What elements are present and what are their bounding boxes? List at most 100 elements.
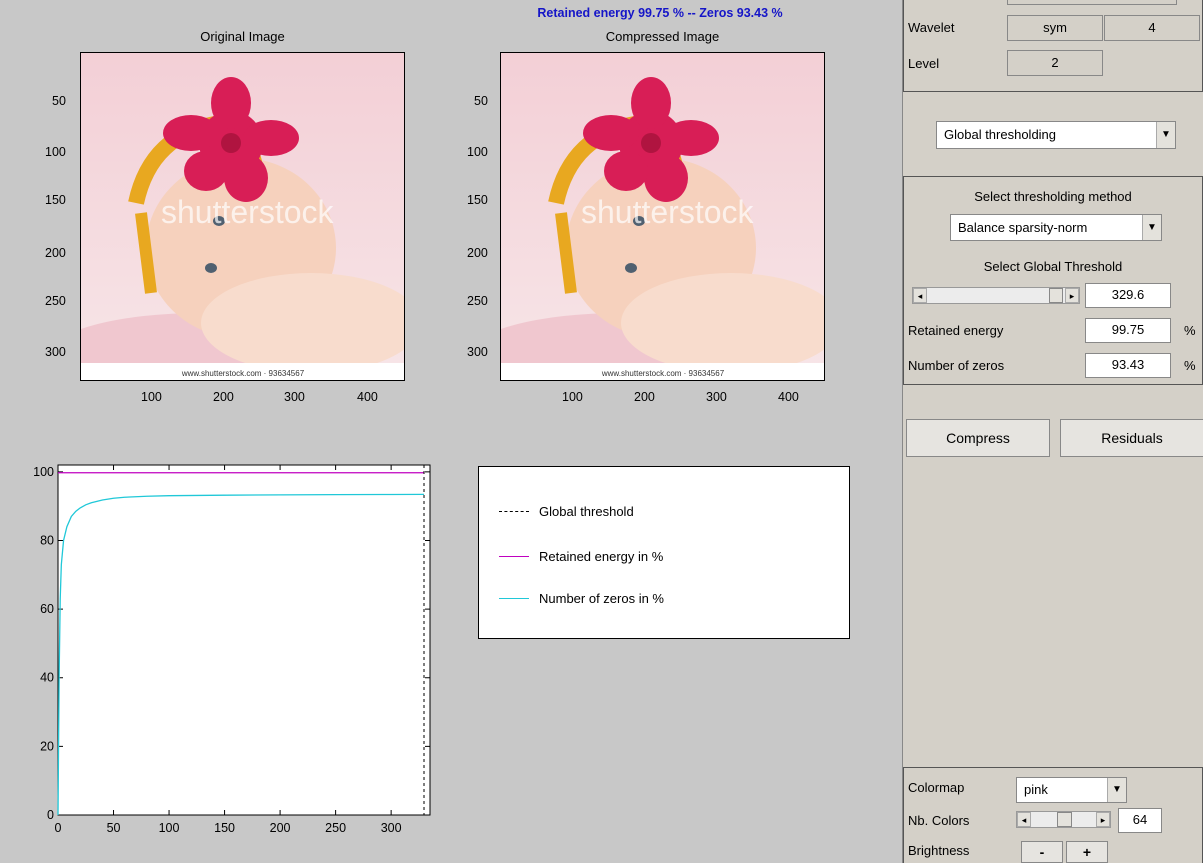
ytick: 200 bbox=[45, 246, 66, 260]
slider-left-arrow-icon[interactable]: ◂ bbox=[913, 288, 927, 303]
threshold-value-input[interactable]: 329.6 bbox=[1085, 283, 1171, 308]
legend-label: Number of zeros in % bbox=[539, 590, 664, 606]
retained-energy-value: 99.75 bbox=[1085, 318, 1171, 343]
legend-global-threshold: Global threshold bbox=[499, 501, 634, 521]
ytick: 150 bbox=[467, 193, 488, 207]
legend-cyan-line bbox=[499, 597, 529, 599]
original-image-axes: shutterstock www.shutterstock.com · 9363… bbox=[80, 52, 405, 381]
top-cut-field bbox=[1007, 0, 1177, 5]
brightness-label: Brightness bbox=[908, 843, 970, 858]
colormap-value: pink bbox=[1024, 782, 1048, 797]
control-panel: Wavelet sym 4 Level 2 Global thresholdin… bbox=[902, 0, 1203, 863]
y-tick-label: 20 bbox=[40, 739, 54, 753]
compressed-watermark: shutterstock bbox=[581, 194, 755, 230]
compressed-image-axes: shutterstock www.shutterstock.com · 9363… bbox=[500, 52, 825, 381]
ytick: 100 bbox=[45, 145, 66, 159]
threshold-plot: 0 50 100 150 200 250 300 0 20 40 60 80 100 bbox=[33, 464, 431, 835]
slider-right-arrow-icon[interactable]: ▸ bbox=[1065, 288, 1079, 303]
threshold-frame: Select thresholding method Balance spars… bbox=[903, 176, 1203, 385]
slider-right-arrow-icon[interactable]: ▸ bbox=[1096, 812, 1110, 827]
original-image-title: Original Image bbox=[200, 29, 285, 44]
threshold-slider[interactable]: ◂ ▸ bbox=[912, 287, 1080, 304]
compressed-image-title: Compressed Image bbox=[605, 29, 720, 44]
chevron-down-icon: ▼ bbox=[1107, 778, 1126, 802]
nb-colors-label: Nb. Colors bbox=[908, 813, 970, 828]
y-tick-label: 60 bbox=[40, 602, 54, 616]
ytick: 50 bbox=[474, 94, 488, 108]
wavelet-order-field[interactable]: 4 bbox=[1104, 15, 1200, 41]
xtick: 100 bbox=[141, 390, 162, 404]
ytick: 250 bbox=[45, 294, 66, 308]
zeros-percent: % bbox=[1184, 358, 1196, 373]
nb-colors-slider[interactable]: ◂ ▸ bbox=[1016, 811, 1111, 828]
y-tick-label: 0 bbox=[47, 808, 54, 822]
ytick: 200 bbox=[467, 246, 488, 260]
thresholding-mode-dropdown[interactable]: Global thresholding ▼ bbox=[936, 121, 1176, 149]
zeros-value: 93.43 bbox=[1085, 353, 1171, 378]
y-tick-label: 40 bbox=[40, 671, 54, 685]
xtick: 200 bbox=[634, 390, 655, 404]
nb-colors-input[interactable]: 64 bbox=[1118, 808, 1162, 833]
y-tick-label: 100 bbox=[33, 465, 54, 479]
method-dropdown[interactable]: Balance sparsity-norm ▼ bbox=[950, 214, 1162, 241]
plot-area bbox=[57, 464, 431, 816]
xtick: 400 bbox=[778, 390, 799, 404]
residuals-button[interactable]: Residuals bbox=[1060, 419, 1203, 457]
thresholding-mode-value: Global thresholding bbox=[944, 127, 1057, 142]
legend-magenta-line bbox=[499, 555, 529, 557]
xtick: 200 bbox=[213, 390, 234, 404]
ytick: 150 bbox=[45, 193, 66, 207]
xtick: 300 bbox=[284, 390, 305, 404]
brightness-minus-button[interactable]: - bbox=[1021, 841, 1063, 863]
compressed-image: shutterstock www.shutterstock.com · 9363… bbox=[501, 53, 824, 380]
y-tick-label: 80 bbox=[40, 533, 54, 547]
xtick: 400 bbox=[357, 390, 378, 404]
compressed-caption: www.shutterstock.com · 93634567 bbox=[601, 369, 725, 378]
zeros-label: Number of zeros bbox=[908, 358, 1005, 373]
x-tick-label: 50 bbox=[107, 821, 121, 835]
retained-percent: % bbox=[1184, 323, 1196, 338]
brightness-plus-button[interactable]: + bbox=[1066, 841, 1108, 863]
compress-button[interactable]: Compress bbox=[906, 419, 1050, 457]
xtick: 100 bbox=[562, 390, 583, 404]
ytick: 300 bbox=[45, 345, 66, 359]
original-watermark: shutterstock bbox=[161, 194, 335, 230]
compression-summary-title: Retained energy 99.75 % -- Zeros 93.43 % bbox=[537, 6, 783, 20]
method-title: Select thresholding method bbox=[974, 189, 1132, 204]
ytick: 250 bbox=[467, 294, 488, 308]
colormap-label: Colormap bbox=[908, 780, 965, 795]
colormap-frame: Colormap pink ▼ Nb. Colors ◂ ▸ 64 Bright… bbox=[903, 767, 1203, 863]
ytick: 100 bbox=[467, 145, 488, 159]
wavelet-family-field[interactable]: sym bbox=[1007, 15, 1103, 41]
wavelet-frame: Wavelet sym 4 Level 2 bbox=[903, 0, 1203, 92]
chevron-down-icon: ▼ bbox=[1142, 215, 1161, 240]
x-tick-label: 200 bbox=[270, 821, 291, 835]
chevron-down-icon: ▼ bbox=[1156, 122, 1175, 148]
global-threshold-title: Select Global Threshold bbox=[983, 259, 1123, 274]
level-field[interactable]: 2 bbox=[1007, 50, 1103, 76]
x-tick-label: 150 bbox=[214, 821, 235, 835]
x-tick-label: 250 bbox=[325, 821, 346, 835]
legend-number-zeros: Number of zeros in % bbox=[499, 588, 664, 608]
legend-label: Retained energy in % bbox=[539, 548, 664, 564]
ytick: 50 bbox=[52, 94, 66, 108]
legend-dashed-line bbox=[499, 510, 529, 512]
legend-label: Global threshold bbox=[539, 503, 634, 519]
ytick: 300 bbox=[467, 345, 488, 359]
x-tick-label: 100 bbox=[159, 821, 180, 835]
legend-retained-energy: Retained energy in % bbox=[499, 546, 663, 566]
slider-left-arrow-icon[interactable]: ◂ bbox=[1017, 812, 1031, 827]
retained-energy-label: Retained energy bbox=[908, 323, 1004, 338]
xtick: 300 bbox=[706, 390, 727, 404]
level-label: Level bbox=[908, 56, 940, 71]
colormap-dropdown[interactable]: pink ▼ bbox=[1016, 777, 1127, 803]
x-tick-label: 300 bbox=[381, 821, 402, 835]
original-image: shutterstock www.shutterstock.com · 9363… bbox=[81, 53, 404, 380]
slider-thumb[interactable] bbox=[1049, 288, 1064, 303]
slider-thumb[interactable] bbox=[1057, 812, 1072, 827]
method-value: Balance sparsity-norm bbox=[958, 220, 1088, 235]
original-caption: www.shutterstock.com · 93634567 bbox=[181, 369, 305, 378]
wavelet-label: Wavelet bbox=[908, 20, 955, 35]
x-tick-label: 0 bbox=[55, 821, 62, 835]
plot-legend: Global threshold Retained energy in % Nu… bbox=[478, 466, 850, 639]
